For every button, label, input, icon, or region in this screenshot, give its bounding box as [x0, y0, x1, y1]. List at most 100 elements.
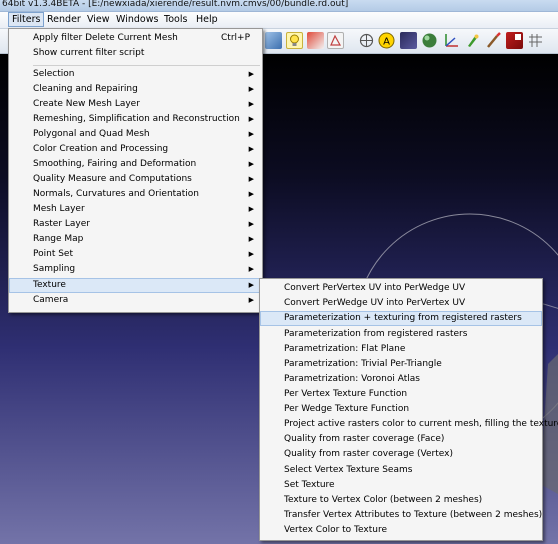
menu-item-label: Show current filter script	[33, 48, 145, 58]
menu-item-label: Per Vertex Texture Function	[284, 389, 408, 399]
submenu-arrow-icon: ▶	[248, 115, 254, 123]
texture-item[interactable]: Parametrization: Trivial Per-Triangle	[260, 357, 542, 372]
menu-tools[interactable]: Tools	[161, 13, 190, 26]
texture-submenu: Convert PerVertex UV into PerWedge UV Co…	[259, 278, 558, 541]
filters-menu: Apply filter Delete Current Mesh Ctrl+P …	[8, 28, 263, 313]
menu-item-label: Smoothing, Fairing and Deformation	[33, 159, 197, 169]
texture-item[interactable]: Texture to Vertex Color (between 2 meshe…	[260, 493, 542, 508]
texture-item[interactable]: Transfer Vertex Attributes to Texture (b…	[260, 508, 542, 523]
menu-item-normals[interactable]: Normals, Curvatures and Orientation ▶	[9, 187, 262, 202]
menu-view[interactable]: View	[84, 13, 113, 26]
submenu-arrow-icon: ▶	[248, 296, 254, 304]
menu-windows[interactable]: Windows	[113, 13, 161, 26]
menu-item-remeshing[interactable]: Remeshing, Simplification and Reconstruc…	[9, 112, 262, 127]
menu-item-cleaning[interactable]: Cleaning and Repairing ▶	[9, 82, 262, 97]
submenu-arrow-icon: ▶	[248, 130, 254, 138]
menu-item-label: Parametrization: Trivial Per-Triangle	[284, 359, 442, 369]
menu-item-label: Normals, Curvatures and Orientation	[33, 189, 199, 199]
color-icon[interactable]	[307, 32, 324, 49]
title-bar: 64bit v1.3.4BETA - [E:/newxiada/xierende…	[0, 0, 558, 12]
align-icon[interactable]	[358, 32, 375, 49]
sphere-icon[interactable]	[421, 32, 438, 49]
submenu-arrow-icon: ▶	[248, 281, 254, 289]
raster-icon[interactable]	[400, 32, 417, 49]
texture-item[interactable]: Convert PerWedge UV into PerVertex UV	[260, 296, 542, 311]
shader-icon[interactable]	[327, 32, 344, 49]
menu-item-camera[interactable]: Camera ▶	[9, 293, 262, 308]
texture-item[interactable]: Parameterization from registered rasters	[260, 327, 542, 342]
window-title: 64bit v1.3.4BETA - [E:/newxiada/xierende…	[2, 0, 349, 9]
menu-item-label: Project active rasters color to current …	[284, 419, 558, 429]
texture-item[interactable]: Set Texture	[260, 478, 542, 493]
menu-item-mesh-layer[interactable]: Mesh Layer ▶	[9, 202, 262, 217]
menu-item-label: Quality from raster coverage (Vertex)	[284, 449, 453, 459]
axis-icon[interactable]	[443, 32, 460, 49]
submenu-arrow-icon: ▶	[248, 235, 254, 243]
submenu-arrow-icon: ▶	[248, 70, 254, 78]
menu-item-label: Mesh Layer	[33, 204, 85, 214]
submenu-arrow-icon: ▶	[248, 145, 254, 153]
texture-item[interactable]: Convert PerVertex UV into PerWedge UV	[260, 281, 542, 296]
menu-item-label: Parameterization + texturing from regist…	[284, 313, 522, 323]
menu-item-label: Texture to Vertex Color (between 2 meshe…	[284, 495, 483, 505]
menu-item-label: Quality Measure and Computations	[33, 174, 192, 184]
menu-item-label: Transfer Vertex Attributes to Texture (b…	[284, 510, 543, 520]
submenu-arrow-icon: ▶	[248, 205, 254, 213]
menu-item-label: Parametrization: Flat Plane	[284, 344, 406, 354]
menu-item-range-map[interactable]: Range Map ▶	[9, 232, 262, 247]
show-filter-script-item[interactable]: Show current filter script	[9, 46, 262, 61]
menu-render[interactable]: Render	[44, 13, 84, 26]
apply-filter-item[interactable]: Apply filter Delete Current Mesh Ctrl+P	[9, 31, 262, 46]
menu-help[interactable]: Help	[193, 13, 221, 26]
menu-item-label: Apply filter Delete Current Mesh	[33, 33, 178, 43]
menu-item-point-set[interactable]: Point Set ▶	[9, 247, 262, 262]
annotation-a-icon[interactable]: A	[378, 32, 395, 49]
submenu-arrow-icon: ▶	[248, 175, 254, 183]
menu-bar: Filters Render View Windows Tools Help	[0, 12, 558, 29]
menu-item-smoothing[interactable]: Smoothing, Fairing and Deformation ▶	[9, 157, 262, 172]
menu-item-quality[interactable]: Quality Measure and Computations ▶	[9, 172, 262, 187]
texture-item[interactable]: Quality from raster coverage (Face)	[260, 432, 542, 447]
menu-item-color[interactable]: Color Creation and Processing ▶	[9, 142, 262, 157]
menu-item-label: Raster Layer	[33, 219, 90, 229]
texture-item[interactable]: Vertex Color to Texture	[260, 523, 542, 538]
menu-item-label: Vertex Color to Texture	[284, 525, 387, 535]
pdf-icon[interactable]	[506, 32, 523, 49]
menu-item-selection[interactable]: Selection ▶	[9, 67, 262, 82]
menu-item-label: Parameterization from registered rasters	[284, 329, 468, 339]
menu-filters[interactable]: Filters	[8, 12, 45, 27]
texture-item[interactable]: Select Vertex Texture Seams	[260, 463, 542, 478]
submenu-arrow-icon: ▶	[248, 250, 254, 258]
lightbulb-icon[interactable]	[286, 32, 303, 49]
menu-separator	[33, 65, 260, 66]
texture-icon[interactable]	[265, 32, 282, 49]
texture-item[interactable]: Project active rasters color to current …	[260, 417, 558, 432]
menu-item-label: Quality from raster coverage (Face)	[284, 434, 445, 444]
submenu-arrow-icon: ▶	[248, 85, 254, 93]
menu-item-label: Convert PerVertex UV into PerWedge UV	[284, 283, 466, 293]
texture-item[interactable]: Parametrization: Flat Plane	[260, 342, 542, 357]
texture-item[interactable]: Quality from raster coverage (Vertex)	[260, 447, 542, 462]
texture-item-highlighted[interactable]: Parameterization + texturing from regist…	[260, 311, 542, 326]
menu-item-label: Texture	[33, 280, 66, 290]
menu-item-raster-layer[interactable]: Raster Layer ▶	[9, 217, 262, 232]
menu-item-label: Cleaning and Repairing	[33, 84, 138, 94]
texture-item[interactable]: Per Wedge Texture Function	[260, 402, 542, 417]
submenu-arrow-icon: ▶	[248, 220, 254, 228]
menu-item-label: Remeshing, Simplification and Reconstruc…	[33, 114, 240, 124]
texture-item[interactable]: Per Vertex Texture Function	[260, 387, 542, 402]
submenu-arrow-icon: ▶	[248, 265, 254, 273]
grid-icon[interactable]	[527, 32, 544, 49]
menu-item-label: Color Creation and Processing	[33, 144, 169, 154]
menu-item-create-mesh-layer[interactable]: Create New Mesh Layer ▶	[9, 97, 262, 112]
menu-item-label: Sampling	[33, 264, 76, 274]
submenu-arrow-icon: ▶	[248, 190, 254, 198]
menu-item-label: Point Set	[33, 249, 73, 259]
paint-icon[interactable]	[464, 32, 481, 49]
menu-item-label: Parametrization: Voronoi Atlas	[284, 374, 420, 384]
brush-icon[interactable]	[485, 32, 502, 49]
menu-item-texture[interactable]: Texture ▶	[9, 278, 262, 293]
menu-item-polygonal[interactable]: Polygonal and Quad Mesh ▶	[9, 127, 262, 142]
texture-item[interactable]: Parametrization: Voronoi Atlas	[260, 372, 542, 387]
menu-item-sampling[interactable]: Sampling ▶	[9, 262, 262, 277]
